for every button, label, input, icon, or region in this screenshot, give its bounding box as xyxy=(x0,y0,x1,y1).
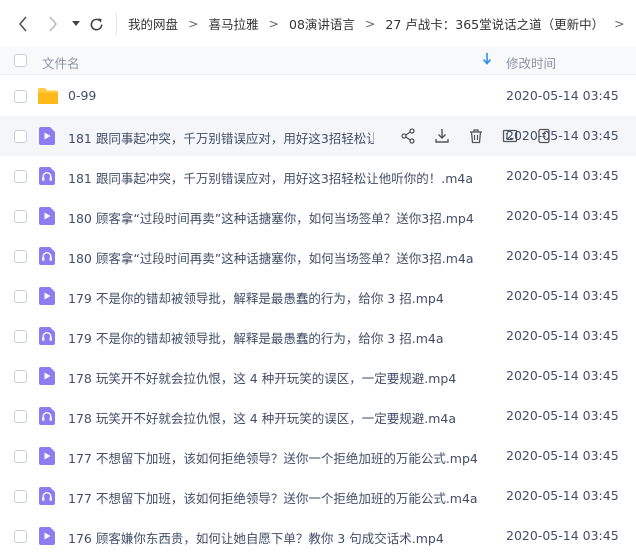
video-file-icon xyxy=(38,127,56,145)
file-name[interactable]: 179 不是你的错却被领导批，解释是最愚蠢的行为，给你 3 招.m4a xyxy=(68,328,444,347)
row-checkbox[interactable] xyxy=(14,530,27,543)
file-row[interactable]: 180 顾客拿“过段时间再卖”这种话搪塞你，如何当场签单？送你3招.m4a 202… xyxy=(0,236,636,276)
folder-row[interactable]: 0-99 2020-05-14 03:45 xyxy=(0,76,636,116)
file-modified-time: 2020-05-14 03:45 xyxy=(506,248,619,263)
file-name[interactable]: 178 玩笑开不好就会拉仇恨，这 4 种开玩笑的误区，一定要规避.mp4 xyxy=(68,368,456,387)
row-checkbox[interactable] xyxy=(14,170,27,183)
file-name[interactable]: 177 不想留下加班，该如何拒绝领导？送你一个拒绝加班的万能公式.m4a xyxy=(68,488,478,507)
file-modified-time: 2020-05-14 03:45 xyxy=(506,448,619,463)
chevron-left-icon xyxy=(18,16,27,32)
file-row[interactable]: 180 顾客拿“过段时间再卖”这种话搪塞你，如何当场签单？送你3招.mp4 202… xyxy=(0,196,636,236)
file-modified-time: 2020-05-14 03:45 xyxy=(506,288,619,303)
delete-icon[interactable] xyxy=(466,126,486,146)
file-name[interactable]: 181 跟同事起冲突，千万别错误应对，用好这3招轻松让... xyxy=(68,128,374,147)
chevron-right-icon xyxy=(49,16,58,32)
file-modified-time: 2020-05-14 03:45 xyxy=(506,128,619,143)
breadcrumb-item[interactable]: 08演讲语言 xyxy=(289,14,355,33)
column-header-time[interactable]: 修改时间 xyxy=(506,53,556,72)
file-row[interactable]: 178 玩笑开不好就会拉仇恨，这 4 种开玩笑的误区，一定要规避.m4a 2020… xyxy=(0,396,636,436)
column-header-name[interactable]: 文件名 xyxy=(42,53,80,72)
breadcrumb-item[interactable]: 我的网盘 xyxy=(128,14,178,33)
audio-file-icon xyxy=(38,247,56,265)
file-name[interactable]: 178 玩笑开不好就会拉仇恨，这 4 种开玩笑的误区，一定要规避.m4a xyxy=(68,408,456,427)
file-list-header: 文件名 修改时间 xyxy=(0,47,636,75)
breadcrumb-item[interactable]: 喜马拉雅 xyxy=(209,14,259,33)
file-modified-time: 2020-05-14 03:45 xyxy=(506,368,619,383)
history-dropdown[interactable] xyxy=(70,12,82,36)
folder-icon xyxy=(37,87,58,105)
video-file-icon xyxy=(38,207,56,225)
file-row[interactable]: 178 玩笑开不好就会拉仇恨，这 4 种开玩笑的误区，一定要规避.mp4 2020… xyxy=(0,356,636,396)
breadcrumb-separator: > xyxy=(268,16,279,31)
file-name[interactable]: 181 跟同事起冲突，千万别错误应对，用好这3招轻松让他听你的！.m4a xyxy=(68,168,473,187)
file-row[interactable]: 181 跟同事起冲突，千万别错误应对，用好这3招轻松让... 2020-05-14… xyxy=(0,116,636,156)
row-checkbox[interactable] xyxy=(14,90,27,103)
file-modified-time: 2020-05-14 03:45 xyxy=(506,328,619,343)
file-row[interactable]: 179 不是你的错却被领导批，解释是最愚蠢的行为，给你 3 招.mp4 2020-… xyxy=(0,276,636,316)
file-row[interactable]: 177 不想留下加班，该如何拒绝领导？送你一个拒绝加班的万能公式.m4a 2020… xyxy=(0,476,636,516)
back-button[interactable] xyxy=(14,12,32,36)
audio-file-icon xyxy=(38,407,56,425)
row-checkbox[interactable] xyxy=(14,410,27,423)
video-file-icon xyxy=(38,287,56,305)
caret-down-icon xyxy=(72,21,80,26)
row-checkbox[interactable] xyxy=(14,490,27,503)
file-modified-time: 2020-05-14 03:45 xyxy=(506,208,619,223)
audio-file-icon xyxy=(38,327,56,345)
refresh-button[interactable] xyxy=(86,12,106,36)
row-checkbox[interactable] xyxy=(14,250,27,263)
file-row[interactable]: 179 不是你的错却被领导批，解释是最愚蠢的行为，给你 3 招.m4a 2020-… xyxy=(0,316,636,356)
breadcrumb-separator[interactable]: > xyxy=(614,16,624,31)
file-name[interactable]: 176 顾客嫌你东西贵，如何让她自愿下单？教你 3 句成交话术.mp4 xyxy=(68,528,444,547)
file-name[interactable]: 179 不是你的错却被领导批，解释是最愚蠢的行为，给你 3 招.mp4 xyxy=(68,288,444,307)
breadcrumb-item[interactable]: 27 卢战卡：365堂说话之道（更新中） xyxy=(385,14,604,33)
file-modified-time: 2020-05-14 03:45 xyxy=(506,168,619,183)
video-file-icon xyxy=(38,527,56,545)
row-checkbox[interactable] xyxy=(14,330,27,343)
download-icon[interactable] xyxy=(432,126,452,146)
row-checkbox[interactable] xyxy=(14,290,27,303)
audio-file-icon xyxy=(38,487,56,505)
file-row[interactable]: 181 跟同事起冲突，千万别错误应对，用好这3招轻松让他听你的！.m4a 2020… xyxy=(0,156,636,196)
refresh-icon xyxy=(90,17,102,30)
breadcrumb-separator: > xyxy=(364,16,376,31)
file-row[interactable]: 177 不想留下加班，该如何拒绝领导？送你一个拒绝加班的万能公式.mp4 2020… xyxy=(0,436,636,476)
select-all-checkbox[interactable] xyxy=(14,54,27,67)
navigation-bar: 我的网盘 > 喜马拉雅 > 08演讲语言 > 27 卢战卡：365堂说话之道（更… xyxy=(0,0,636,47)
file-name[interactable]: 177 不想留下加班，该如何拒绝领导？送你一个拒绝加班的万能公式.mp4 xyxy=(68,448,478,467)
row-checkbox[interactable] xyxy=(14,450,27,463)
file-name[interactable]: 180 顾客拿“过段时间再卖”这种话搪塞你，如何当场签单？送你3招.m4a xyxy=(68,248,474,267)
file-modified-time: 2020-05-14 03:45 xyxy=(506,88,619,103)
row-checkbox[interactable] xyxy=(14,130,27,143)
video-file-icon xyxy=(38,447,56,465)
sort-down-icon[interactable] xyxy=(482,53,492,68)
file-modified-time: 2020-05-14 03:45 xyxy=(506,528,619,543)
file-row[interactable]: 176 顾客嫌你东西贵，如何让她自愿下单？教你 3 句成交话术.mp4 2020-… xyxy=(0,516,636,556)
nav-divider xyxy=(116,13,117,35)
file-name[interactable]: 0-99 xyxy=(68,88,96,103)
share-icon[interactable] xyxy=(398,126,418,146)
video-file-icon xyxy=(38,367,56,385)
file-modified-time: 2020-05-14 03:45 xyxy=(506,408,619,423)
forward-button[interactable] xyxy=(44,12,62,36)
file-name[interactable]: 180 顾客拿“过段时间再卖”这种话搪塞你，如何当场签单？送你3招.mp4 xyxy=(68,208,474,227)
row-checkbox[interactable] xyxy=(14,370,27,383)
breadcrumb-separator: > xyxy=(188,16,199,31)
breadcrumb: 我的网盘 > 喜马拉雅 > 08演讲语言 > 27 卢战卡：365堂说话之道（更… xyxy=(128,0,635,47)
file-modified-time: 2020-05-14 03:45 xyxy=(506,488,619,503)
audio-file-icon xyxy=(38,167,56,185)
row-checkbox[interactable] xyxy=(14,210,27,223)
